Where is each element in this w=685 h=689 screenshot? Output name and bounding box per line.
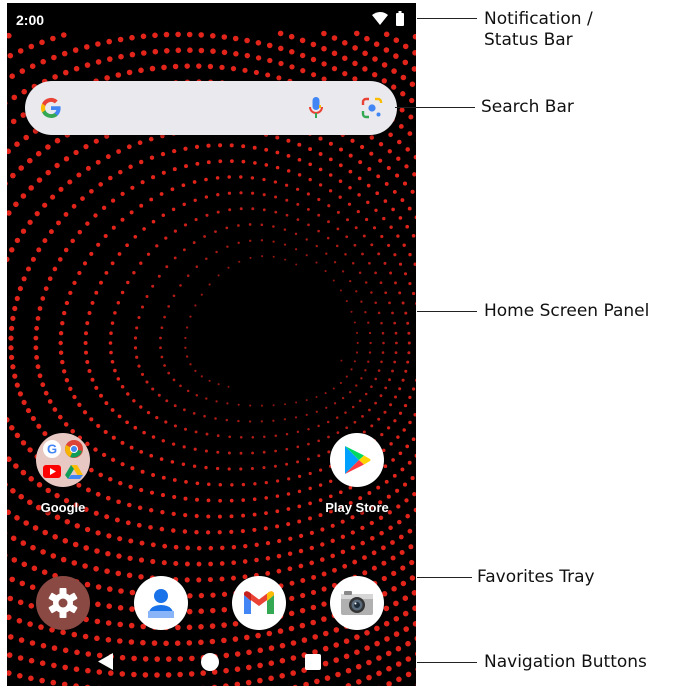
app-label: Google [40, 500, 86, 515]
app-play-store[interactable]: Play Store [312, 433, 402, 515]
callout-line [395, 107, 475, 108]
battery-icon [396, 11, 404, 31]
search-bar[interactable] [25, 81, 397, 135]
callout-label: Navigation Buttons [484, 652, 647, 672]
microphone-icon[interactable] [308, 96, 324, 125]
svg-text:G: G [47, 442, 57, 457]
google-g-icon [39, 96, 63, 125]
back-icon[interactable] [98, 653, 114, 675]
app-gmail[interactable] [214, 576, 304, 630]
callout-line [417, 662, 477, 663]
app-label: Play Store [325, 500, 389, 515]
gmail-icon [232, 576, 286, 630]
app-google-folder[interactable]: G Google [18, 433, 108, 515]
wifi-icon [372, 12, 388, 30]
status-time: 2:00 [16, 12, 45, 28]
app-settings[interactable] [18, 576, 108, 630]
lens-icon[interactable] [360, 96, 384, 125]
app-camera[interactable] [312, 576, 402, 630]
play-store-icon [330, 433, 384, 487]
callout-line [417, 577, 472, 578]
callout-line [417, 311, 477, 312]
recents-icon[interactable] [305, 654, 321, 675]
app-contacts[interactable] [116, 576, 206, 630]
home-icon[interactable] [201, 653, 219, 676]
callout-line [417, 18, 477, 19]
google-folder-icon: G [36, 433, 90, 487]
callout-label: Favorites Tray [477, 567, 595, 587]
camera-icon [330, 576, 384, 630]
callout-label: Status Bar [484, 30, 573, 50]
settings-icon [36, 576, 90, 630]
callout-label: Search Bar [481, 97, 574, 117]
contacts-icon [134, 576, 188, 630]
callout-label: Notification / [484, 9, 593, 29]
callout-label: Home Screen Panel [484, 301, 650, 321]
phone-screen: 2:00 G Google Play Store [7, 3, 416, 686]
